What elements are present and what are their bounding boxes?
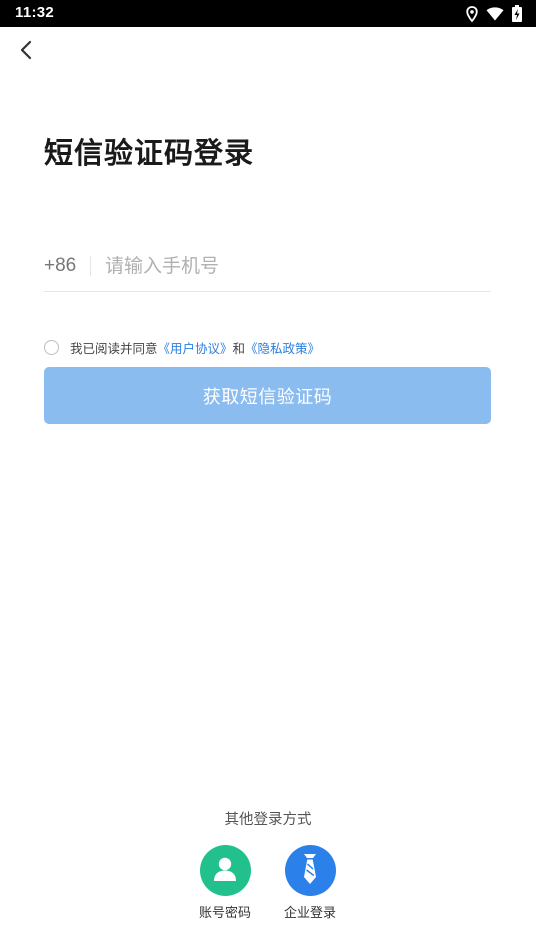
other-login-label: 其他登录方式 <box>224 812 312 828</box>
enterprise-login-label: 企业登录 <box>283 906 336 921</box>
location-icon <box>466 5 478 22</box>
wifi-icon <box>486 6 504 21</box>
agreement-conjunction: 和 <box>232 340 246 356</box>
privacy-policy-link[interactable]: 《隐私政策》 <box>245 338 320 357</box>
country-code[interactable]: +86 <box>44 255 90 277</box>
account-login-label: 账号密码 <box>198 906 251 921</box>
get-code-button[interactable]: 获取短信验证码 <box>44 367 491 424</box>
account-login-circle <box>199 845 251 896</box>
back-button[interactable] <box>12 38 40 66</box>
enterprise-login-circle <box>284 845 336 896</box>
account-password-login-button[interactable]: 账号密码 <box>185 845 265 921</box>
divider <box>90 255 91 276</box>
agreement-prefix: 我已阅读并同意 <box>70 340 158 356</box>
user-icon <box>211 855 239 887</box>
page-title: 短信验证码登录 <box>44 136 255 170</box>
user-agreement-link[interactable]: 《用户协议》 <box>158 338 233 357</box>
agree-checkbox[interactable] <box>44 339 59 355</box>
status-bar: 11:32 <box>0 0 536 27</box>
agreement-row: 我已阅读并同意 《用户协议》 和 《隐私政策》 <box>44 337 320 357</box>
enterprise-login-button[interactable]: 企业登录 <box>270 845 350 921</box>
phone-input[interactable] <box>105 254 491 277</box>
status-time: 11:32 <box>15 4 55 21</box>
chevron-left-icon <box>19 40 33 64</box>
necktie-icon <box>299 853 321 889</box>
phone-field: +86 <box>44 240 491 292</box>
status-icons <box>466 4 522 23</box>
battery-charging-icon <box>512 5 522 22</box>
